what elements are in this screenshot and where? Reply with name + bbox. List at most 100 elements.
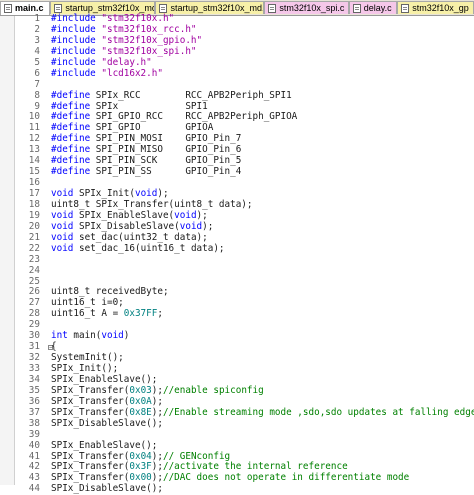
code-line[interactable]: 22 void set_dac_16(uint16_t data);: [14, 242, 474, 255]
code-token: SPI_GPIO_RCC RCC_APB2Periph_GPIOA: [95, 111, 298, 123]
code-token: );: [151, 406, 163, 418]
code-token: SPIx_Init(: [79, 188, 135, 199]
file-icon: [159, 4, 168, 13]
code-line[interactable]: 28 uint16_t A = 0x37FF;: [14, 308, 474, 320]
line-number: 39: [28, 428, 40, 440]
code-token: "stm32f10x.h": [101, 13, 175, 24]
code-token: #define: [51, 89, 96, 101]
code-token: SPIx_EnableSlave();: [51, 439, 158, 451]
code-token: SPI_PIN_SS GPIO_Pin_4: [95, 166, 242, 178]
code-token: SPIx SPI1: [95, 100, 208, 112]
code-token: // GENconfig: [162, 450, 231, 462]
file-icon: [352, 4, 361, 13]
code-token: void: [134, 188, 158, 199]
code-token: SPIx_Transfer(: [51, 450, 130, 462]
code-line[interactable]: 6 #include "lcd16x2.h": [14, 67, 474, 80]
code-token: 0x0A: [129, 395, 152, 407]
code-token: SPI_PIN_SCK GPIO_Pin_5: [95, 155, 242, 167]
code-token: "stm32f10x_gpio.h": [101, 34, 203, 46]
code-token: SPI_GPIO GPIOA: [95, 122, 214, 134]
code-token: SPI_PIN_MISO GPIO_Pin_6: [95, 144, 242, 156]
code-token: "stm32f10x_rcc.h": [101, 23, 197, 35]
code-editor[interactable]: 1 #include "stm32f10x.h" 2 #include "stm32f…: [14, 13, 474, 495]
code-token: 0x3F: [129, 461, 152, 473]
code-token: main(: [73, 330, 102, 342]
code-token: ): [123, 330, 130, 342]
code-token: uint16_t i=0;: [51, 297, 124, 309]
code-text: SPIx_DisableSlave();: [51, 417, 163, 430]
code-text: #include "lcd16x2.h": [51, 67, 163, 80]
code-token: SystemInit();: [51, 352, 124, 364]
code-token: //DAC does not operate in differentiate …: [162, 472, 410, 484]
code-token: );: [196, 209, 208, 221]
tab-label: stm32f10x_spi.c: [279, 3, 345, 13]
code-token: #define: [51, 111, 96, 123]
code-token: {: [51, 341, 57, 353]
tab-main-c[interactable]: main.c: [0, 1, 51, 15]
code-token: SPIx_Transfer(: [51, 461, 130, 473]
tab-stm32f10x-gp[interactable]: stm32f10x_gp: [397, 1, 474, 14]
code-token: 0x03: [129, 384, 152, 396]
code-token: #define: [51, 155, 96, 167]
code-token: );: [151, 395, 163, 407]
file-icon: [401, 4, 410, 13]
code-token: );: [157, 188, 169, 199]
code-token: #define: [51, 100, 96, 112]
line-number: 24: [28, 264, 40, 276]
tab-label: startup_stm32f10x_md.s: [170, 3, 265, 13]
code-token: #include: [51, 67, 102, 79]
code-token: #include: [51, 34, 102, 46]
code-token: 0x8E: [129, 406, 152, 418]
code-token: void: [51, 242, 79, 254]
code-token: );: [151, 450, 163, 462]
line-number: 7: [34, 78, 40, 90]
code-token: #define: [51, 144, 96, 156]
code-token: SPIx_EnableSlave();: [51, 373, 158, 385]
line-number: 44: [28, 483, 40, 495]
file-icon: [54, 4, 63, 13]
code-token: #include: [51, 56, 102, 68]
code-text: int main(void): [51, 330, 130, 342]
line-number: 8: [34, 89, 40, 101]
code-token: uint16_t A =: [51, 308, 124, 320]
file-icon: [4, 4, 12, 13]
code-token: );: [151, 472, 163, 484]
code-token: //activate the internal reference: [162, 461, 348, 473]
code-token: "lcd16x2.h": [101, 67, 163, 79]
code-token: uint8_t receivedByte;: [51, 286, 169, 298]
code-token: //Enable streaming mode ,sdo,sdo updates…: [162, 406, 474, 418]
code-token: 0x00: [129, 472, 152, 484]
code-token: SPIx_Transfer(: [51, 406, 130, 418]
line-number: 22: [28, 242, 40, 254]
code-token: void: [179, 220, 203, 232]
code-line[interactable]: 38 SPIx_DisableSlave();: [14, 417, 474, 430]
code-token: void: [51, 231, 79, 243]
tab-label: main.c: [15, 3, 44, 13]
code-text: uint16_t A = 0x37FF;: [51, 308, 163, 320]
code-token: SPIx_Transfer(: [51, 395, 130, 407]
code-token: SPIx_Transfer(: [51, 472, 130, 484]
code-text: void set_dac_16(uint16_t data);: [51, 242, 225, 255]
code-token: ;: [157, 308, 163, 320]
line-number: 6: [34, 67, 40, 79]
code-line[interactable]: 23: [14, 253, 474, 266]
code-line[interactable]: 24: [14, 264, 474, 277]
code-token: );: [151, 461, 163, 473]
code-line[interactable]: 44 SPIx_DisableSlave();: [14, 483, 474, 495]
code-token: SPIx_DisableSlave();: [51, 417, 163, 429]
code-token: uint8_t SPIx_Transfer(uint8_t data);: [51, 198, 253, 210]
file-icon: [268, 4, 277, 13]
tab-label: delay.c: [363, 3, 392, 13]
tab-stm32f10x-spi-c[interactable]: stm32f10x_spi.c: [264, 1, 349, 14]
code-line[interactable]: 30 int main(void): [14, 330, 474, 342]
code-line[interactable]: 15 #define SPI_PIN_SS GPIO_Pin_4: [14, 166, 474, 178]
line-number-gutter: [0, 16, 15, 485]
code-token: 0x04: [129, 450, 152, 462]
tab-delay-c[interactable]: delay.c: [348, 1, 398, 14]
code-token: "delay.h": [101, 56, 152, 68]
code-token: void: [174, 209, 197, 221]
line-number: 23: [28, 253, 40, 265]
code-token: void: [51, 220, 79, 232]
code-token: "stm32f10x_spi.h": [101, 45, 197, 57]
line-number: 38: [28, 417, 40, 429]
